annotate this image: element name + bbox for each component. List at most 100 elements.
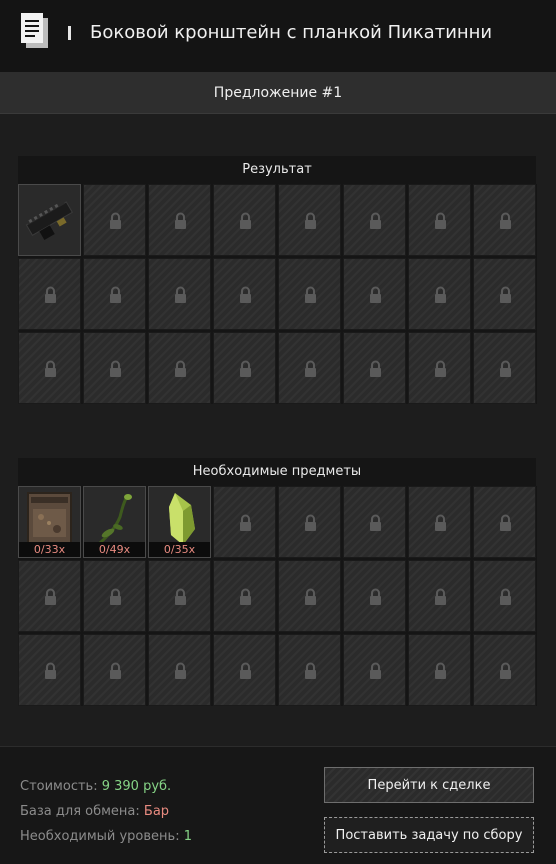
- lock-icon: [435, 360, 446, 377]
- result-locked-slot: [213, 332, 276, 404]
- lock-icon: [110, 588, 121, 605]
- lock-icon: [305, 662, 316, 679]
- lock-icon: [370, 662, 381, 679]
- result-locked-slot: [213, 258, 276, 330]
- result-locked-slot: [148, 184, 211, 256]
- required-item-rusty-canister[interactable]: 0/33x: [18, 486, 81, 558]
- go-to-trade-button[interactable]: Перейти к сделке: [324, 767, 534, 803]
- result-locked-slot: [18, 332, 81, 404]
- required-items-grid: 0/33x 0/49x 0/35x: [18, 486, 537, 706]
- required-locked-slot: [213, 486, 276, 558]
- result-locked-slot: [408, 184, 471, 256]
- required-locked-slot: [278, 634, 341, 706]
- lock-icon: [240, 662, 251, 679]
- lock-icon: [175, 662, 186, 679]
- required-locked-slot: [473, 634, 536, 706]
- result-locked-slot: [213, 184, 276, 256]
- lock-icon: [240, 360, 251, 377]
- result-locked-slot: [473, 332, 536, 404]
- required-item-green-sprout[interactable]: 0/49x: [83, 486, 146, 558]
- lock-icon: [370, 588, 381, 605]
- lock-icon: [435, 588, 446, 605]
- lock-icon: [435, 514, 446, 531]
- required-locked-slot: [148, 560, 211, 632]
- lock-icon: [175, 286, 186, 303]
- result-section-title: Результат: [18, 156, 536, 184]
- cost-label: Стоимость:: [20, 779, 98, 794]
- item-quantity: 0/49x: [84, 542, 145, 557]
- result-locked-slot: [278, 332, 341, 404]
- required-locked-slot: [408, 634, 471, 706]
- result-locked-slot: [148, 258, 211, 330]
- lock-icon: [240, 588, 251, 605]
- lock-icon: [110, 286, 121, 303]
- lock-icon: [240, 212, 251, 229]
- lock-icon: [45, 286, 56, 303]
- lock-icon: [370, 212, 381, 229]
- cost-row: Стоимость: 9 390 руб.: [20, 779, 171, 794]
- lock-icon: [370, 360, 381, 377]
- result-locked-slot: [148, 332, 211, 404]
- required-level-row: Необходимый уровень: 1: [20, 829, 192, 844]
- result-locked-slot: [83, 332, 146, 404]
- required-item-green-crystal[interactable]: 0/35x: [148, 486, 211, 558]
- lock-icon: [500, 514, 511, 531]
- lock-icon: [45, 662, 56, 679]
- offer-tab[interactable]: Предложение #1: [0, 72, 556, 114]
- result-locked-slot: [83, 184, 146, 256]
- result-locked-slot: [408, 332, 471, 404]
- result-locked-slot: [343, 332, 406, 404]
- result-locked-slot: [343, 258, 406, 330]
- required-locked-slot: [18, 634, 81, 706]
- result-locked-slot: [83, 258, 146, 330]
- item-quantity: 0/33x: [19, 542, 80, 557]
- result-grid: [18, 184, 537, 404]
- picatinny-mount-icon: [19, 185, 80, 255]
- result-locked-slot: [343, 184, 406, 256]
- lock-icon: [370, 514, 381, 531]
- window-header: Боковой кронштейн с планкой Пикатинни: [0, 0, 556, 72]
- lock-icon: [240, 286, 251, 303]
- result-locked-slot: [18, 258, 81, 330]
- lock-icon: [435, 662, 446, 679]
- lock-icon: [305, 514, 316, 531]
- page-title: Боковой кронштейн с планкой Пикатинни: [90, 22, 493, 43]
- result-locked-slot: [408, 258, 471, 330]
- required-locked-slot: [213, 634, 276, 706]
- lock-icon: [500, 212, 511, 229]
- exchange-base-label: База для обмена:: [20, 804, 140, 819]
- lock-icon: [45, 588, 56, 605]
- document-icon: [21, 13, 48, 48]
- lock-icon: [500, 286, 511, 303]
- required-locked-slot: [343, 634, 406, 706]
- lock-icon: [500, 588, 511, 605]
- required-locked-slot: [343, 560, 406, 632]
- required-locked-slot: [83, 634, 146, 706]
- lock-icon: [500, 360, 511, 377]
- lock-icon: [110, 360, 121, 377]
- required-locked-slot: [408, 560, 471, 632]
- lock-icon: [305, 212, 316, 229]
- lock-icon: [175, 212, 186, 229]
- required-locked-slot: [213, 560, 276, 632]
- result-locked-slot: [473, 184, 536, 256]
- required-locked-slot: [278, 560, 341, 632]
- required-locked-slot: [83, 560, 146, 632]
- required-locked-slot: [18, 560, 81, 632]
- set-collection-task-button[interactable]: Поставить задачу по сбору: [324, 817, 534, 853]
- lock-icon: [305, 360, 316, 377]
- cost-value: 9 390 руб.: [101, 779, 172, 794]
- lock-icon: [370, 286, 381, 303]
- lock-icon: [240, 514, 251, 531]
- required-locked-slot: [343, 486, 406, 558]
- lock-icon: [110, 212, 121, 229]
- result-locked-slot: [278, 258, 341, 330]
- required-level-value: 1: [183, 829, 193, 844]
- lock-icon: [45, 360, 56, 377]
- exchange-base-row: База для обмена: Бар: [20, 804, 169, 819]
- result-locked-slot: [278, 184, 341, 256]
- title-separator: [68, 26, 71, 40]
- result-item-picatinny-side-mount[interactable]: [18, 184, 81, 256]
- lock-icon: [175, 360, 186, 377]
- lock-icon: [175, 588, 186, 605]
